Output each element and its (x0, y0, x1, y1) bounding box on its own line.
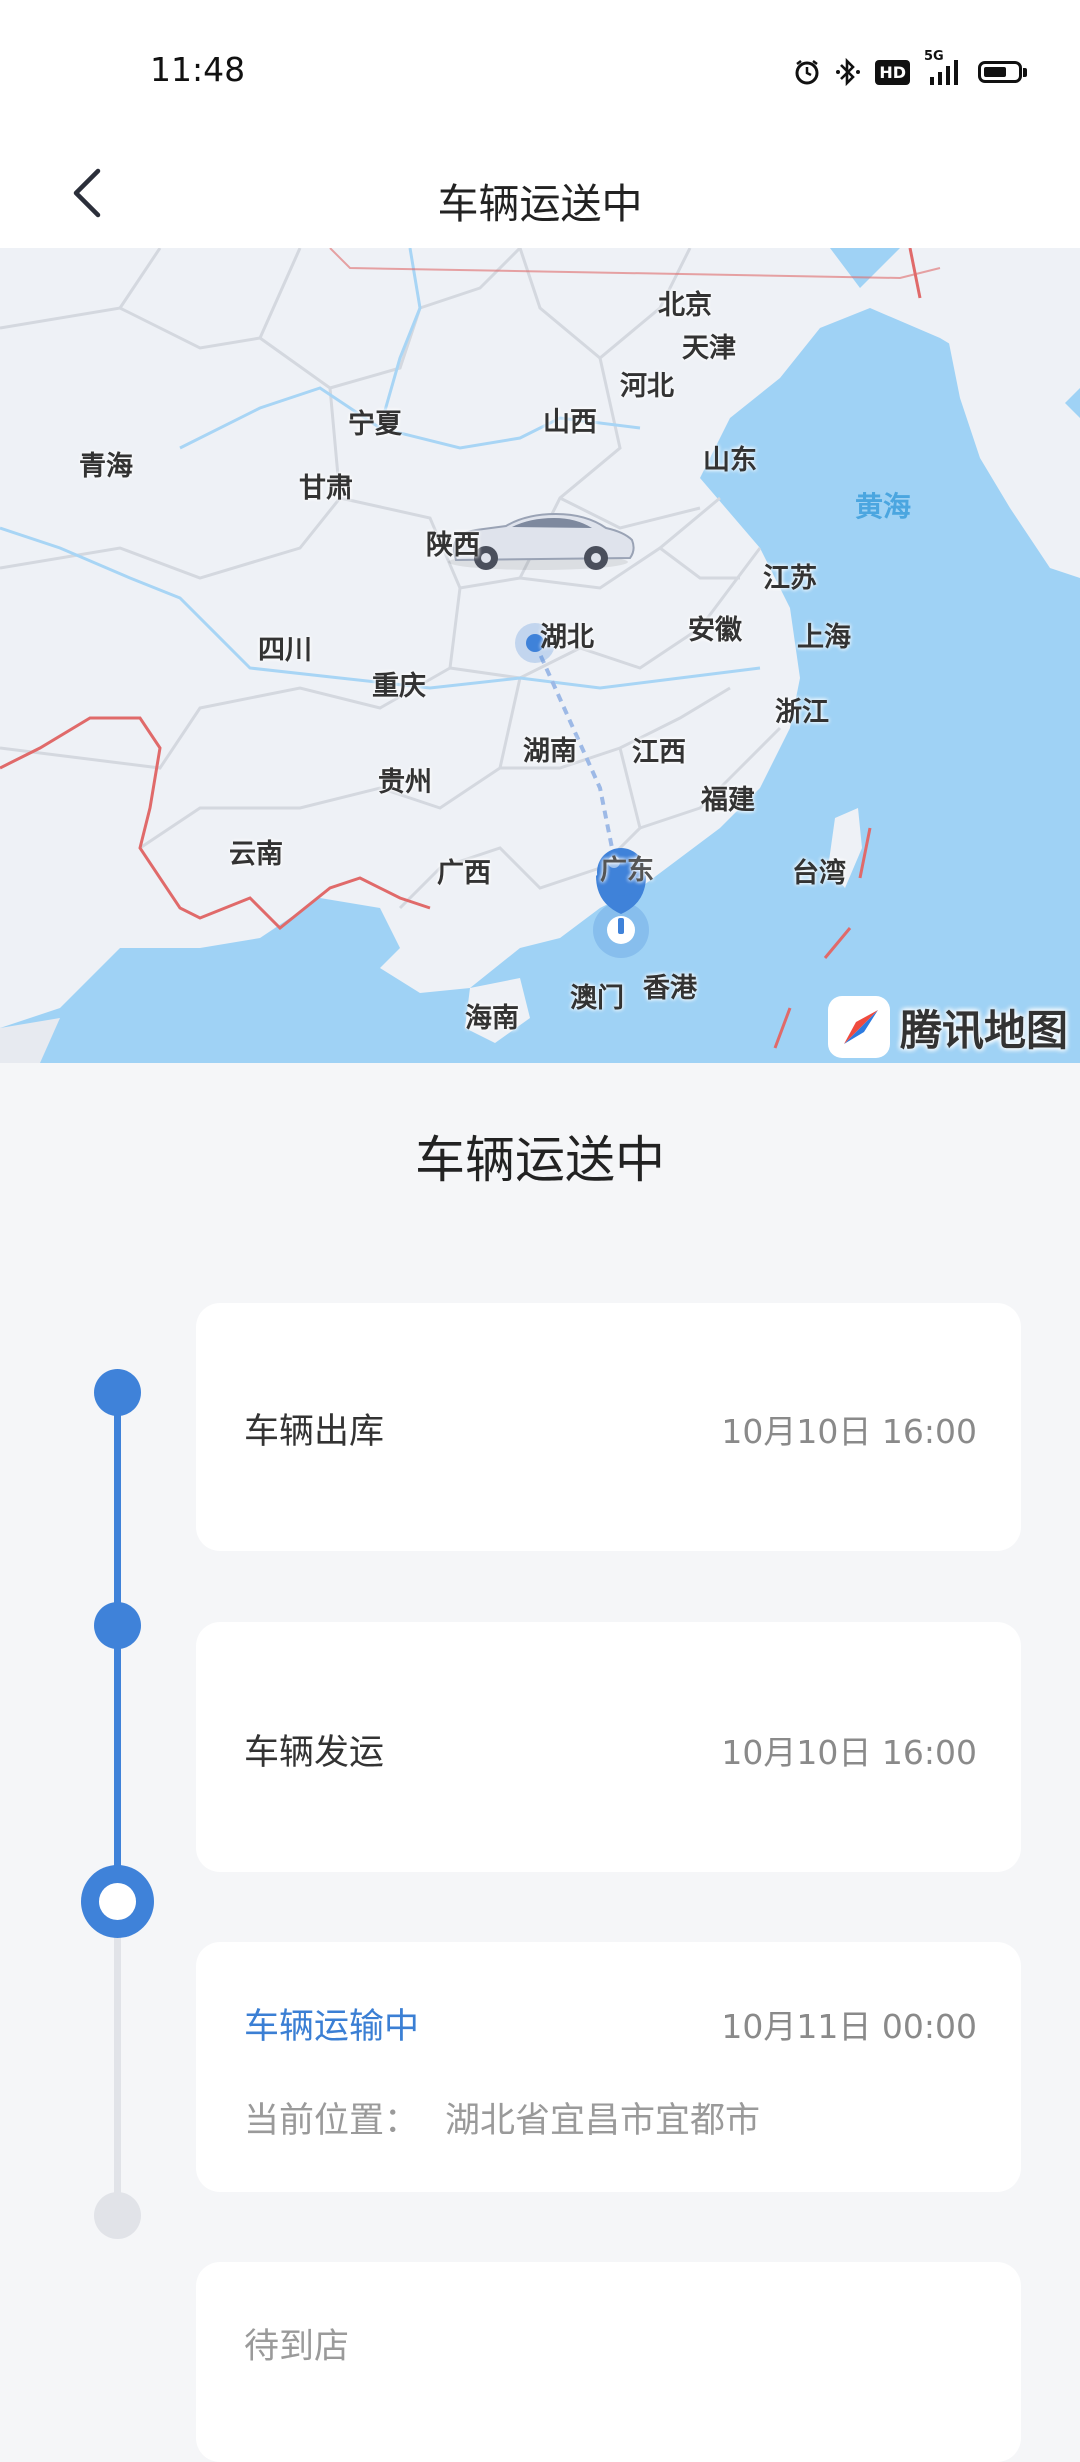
map-label-fujian: 福建 (701, 785, 755, 816)
step-time: 10月11日 00:00 (721, 2007, 977, 2046)
map-label-hubei: 湖北 (540, 622, 594, 653)
status-icons: HD 5G (793, 49, 1027, 92)
map-label-hebei: 河北 (620, 371, 674, 402)
step-label-current: 车辆运输中 (244, 2007, 420, 2047)
timeline-step-card: 车辆发运 10月10日 16:00 (196, 1622, 1021, 1872)
sea-border-3 (773, 1007, 792, 1049)
bluetooth-icon (835, 57, 861, 87)
map-provider-logo: 腾讯地图 (827, 991, 1068, 1063)
sea-border-2 (823, 927, 852, 959)
map-label-hainan: 海南 (465, 1003, 519, 1034)
timeline-step-card: 车辆出库 10月10日 16:00 (196, 1303, 1021, 1551)
tencent-map-logo-icon (827, 996, 890, 1058)
map-label-beijing: 北京 (658, 290, 712, 321)
map-label-zhejiang: 浙江 (775, 697, 829, 728)
map-label-jiangsu: 江苏 (763, 563, 817, 594)
map-view[interactable]: 北京 天津 河北 山西 宁夏 山东 青海 甘肃 陕西 黄海 江苏 安徽 上海 湖… (0, 248, 1080, 1063)
signal-icon: 5G (924, 49, 964, 87)
timeline-dot-current (81, 1865, 154, 1938)
step-time: 10月10日 16:00 (721, 1733, 977, 1772)
map-label-yunnan: 云南 (229, 839, 283, 870)
map-canvas (0, 248, 1080, 1063)
timeline-line-pending (114, 1900, 121, 2216)
map-label-gansu: 甘肃 (299, 473, 353, 504)
map-label-ningxia: 宁夏 (348, 409, 402, 440)
step-label: 车辆出库 (244, 1412, 385, 1452)
step-time: 10月10日 16:00 (721, 1412, 977, 1451)
status-time: 11:48 (150, 50, 246, 89)
alarm-icon (793, 58, 821, 86)
status-bar: 11:48 HD 5G (0, 0, 1080, 140)
map-label-tianjin: 天津 (682, 333, 736, 364)
map-label-jiangxi: 江西 (632, 737, 686, 768)
map-provider-name: 腾讯地图 (899, 1005, 1068, 1055)
map-label-qinghai: 青海 (79, 451, 133, 482)
current-location-label: 当前位置： (244, 2101, 420, 2141)
timeline-dot-done (94, 1369, 141, 1416)
step-label-pending: 待到店 (244, 2327, 350, 2367)
step-label: 车辆发运 (244, 1733, 385, 1773)
map-label-chongqing: 重庆 (372, 671, 426, 702)
map-label-anhui: 安徽 (688, 615, 742, 646)
current-location: 当前位置： 湖北省宜昌市宜都市 (244, 2092, 760, 2143)
map-label-shaanxi: 陕西 (426, 530, 480, 561)
battery-fill (984, 67, 1006, 77)
map-label-guizhou: 贵州 (378, 767, 432, 798)
timeline-step-card-pending: 待到店 (196, 2262, 1021, 2462)
map-label-yellow-sea: 黄海 (855, 490, 912, 523)
section-title: 车辆运送中 (415, 1131, 665, 1189)
current-location-value: 湖北省宜昌市宜都市 (445, 2101, 761, 2141)
map-label-hongkong: 香港 (643, 973, 697, 1004)
timeline-dot-done (94, 1602, 141, 1649)
map-label-taiwan: 台湾 (792, 858, 846, 889)
map-label-shanghai: 上海 (797, 622, 851, 653)
network-label: 5G (924, 49, 944, 64)
map-label-guangdong: 广东 (600, 855, 654, 886)
sea-border-1 (858, 827, 872, 879)
map-label-macau: 澳门 (570, 983, 624, 1014)
map-label-shanxi: 山西 (543, 407, 597, 438)
page-title: 车辆运送中 (437, 180, 643, 228)
timeline-dot-pending (94, 2192, 141, 2239)
map-label-shandong: 山东 (703, 445, 757, 476)
hd-icon: HD (875, 59, 910, 85)
nav-bar: 车辆运送中 (0, 140, 1080, 248)
map-label-hunan: 湖南 (523, 736, 577, 767)
timeline-step-card-current: 车辆运输中 10月11日 00:00 当前位置： 湖北省宜昌市宜都市 (196, 1942, 1021, 2192)
battery-icon (978, 61, 1027, 83)
map-label-sichuan: 四川 (258, 635, 312, 666)
map-label-guangxi: 广西 (437, 858, 491, 889)
